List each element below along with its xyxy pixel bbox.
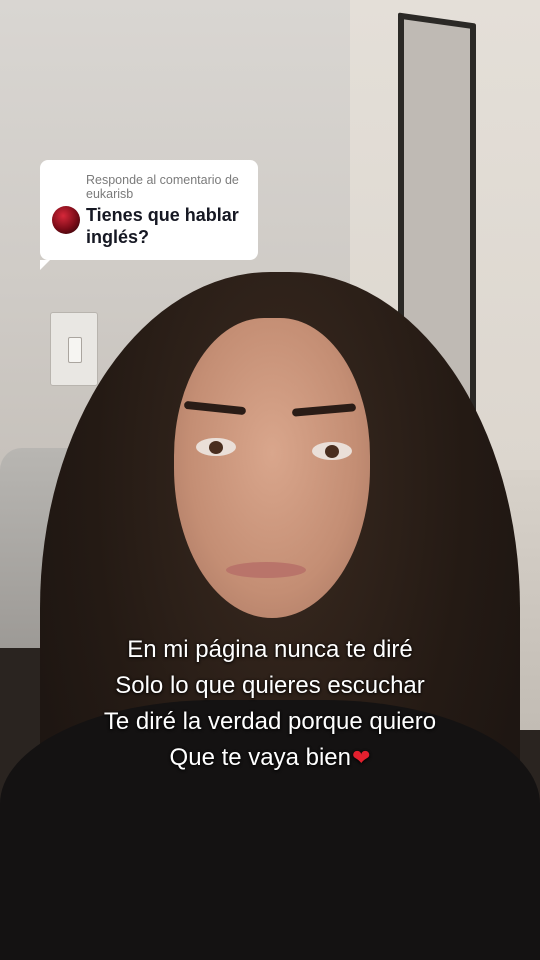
comment-reply-sticker[interactable]: Responde al comentario de eukarisb Tiene… <box>40 160 258 270</box>
video-background[interactable] <box>0 0 540 960</box>
caption-line-4-text: Que te vaya bien <box>169 744 351 771</box>
mouth <box>226 562 306 578</box>
commenter-avatar[interactable] <box>52 206 80 234</box>
light-switch <box>50 312 98 386</box>
light-switch-toggle <box>68 337 82 363</box>
overlay-caption: En mi página nunca te diré Solo lo que q… <box>0 632 540 776</box>
right-eye <box>312 442 352 460</box>
left-eye <box>196 438 236 456</box>
reply-row: Tienes que hablar inglés? <box>52 204 246 248</box>
reply-caption: Responde al comentario de eukarisb <box>86 173 239 201</box>
caption-line-1: En mi página nunca te diré <box>127 636 413 663</box>
caption-line-2: Solo lo que quieres escuchar <box>115 672 425 699</box>
reply-question: Tienes que hablar inglés? <box>86 205 239 247</box>
caption-line-4: Que te vaya bien❤ <box>0 740 540 776</box>
heart-icon: ❤ <box>352 745 371 770</box>
caption-line-3: Te diré la verdad porque quiero <box>103 708 437 735</box>
